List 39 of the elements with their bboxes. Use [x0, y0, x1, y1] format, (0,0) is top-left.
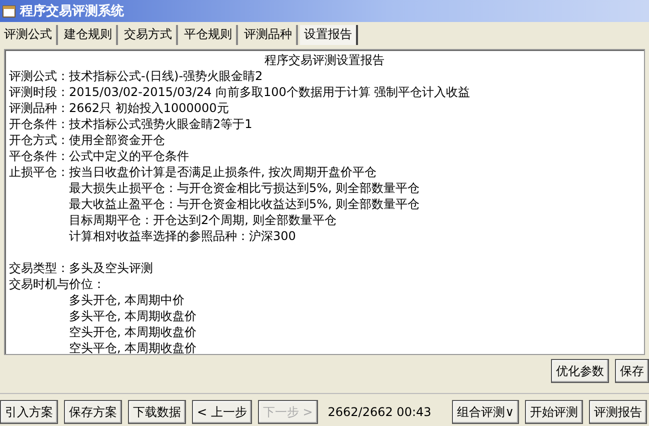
field-value: 2662只 初始投入1000000元 — [69, 101, 229, 116]
field-value: 多头及空头评测 — [69, 261, 153, 276]
field-value: 按当日收盘价计算是否满足止损条件, 按次周期开盘价平仓 — [69, 165, 377, 180]
action-button[interactable]: 组合评测∨ — [452, 400, 519, 424]
field-value: 2015/03/02-2015/03/24 向前多取100个数据用于计算 强制平仓计入收益 — [69, 85, 470, 100]
report-line: 空头平仓, 本周期收盘价 — [69, 341, 197, 354]
report-line: 多头平仓, 本周期收盘价 — [69, 309, 197, 324]
action-button[interactable]: 引入方案 — [0, 400, 58, 424]
report-line: 空头开仓, 本周期收盘价 — [69, 325, 197, 340]
report-line: 计算相对收益率选择的参照品种：沪深300 — [69, 229, 296, 244]
action-button[interactable]: 优化参数 — [551, 359, 609, 384]
report-line: 目标周期平仓：开仓达到2个周期, 则全部数量平仓 — [69, 213, 336, 228]
progress-text: 2662/2662 00:43 — [328, 405, 432, 420]
field-value: 公式中定义的平仓条件 — [69, 149, 189, 164]
report-line: 多头开仓, 本周期中价 — [69, 293, 185, 308]
field-value: 技术指标公式强势火眼金睛2等于1 — [69, 117, 252, 132]
window-title: 程序交易评测系统 — [20, 2, 124, 20]
report-title: 程序交易评测设置报告 — [264, 52, 386, 68]
field-value: 技术指标公式-(日线)-强势火眼金睛2 — [69, 69, 263, 84]
action-button[interactable]: 下载数据 — [128, 400, 186, 424]
field-label: 平仓条件： — [9, 149, 69, 164]
field-label: 评测品种： — [9, 101, 69, 116]
field-label: 交易类型： — [9, 261, 69, 276]
field-label: 交易时机与价位： — [9, 277, 105, 292]
field-label: 止损平仓： — [9, 165, 69, 180]
tab[interactable]: 设置报告 — [300, 24, 358, 45]
action-button[interactable]: 保存 — [615, 359, 649, 384]
field-label: 开仓条件： — [9, 117, 69, 132]
report-line: 最大损失止损平仓：与开仓资金相比亏损达到5%, 则全部数量平仓 — [69, 181, 420, 196]
action-button[interactable]: 保存方案 — [64, 400, 122, 424]
window-icon — [2, 4, 16, 18]
action-button[interactable]: 评测报告 — [589, 400, 647, 424]
field-label: 评测时段： — [9, 85, 69, 100]
action-button[interactable]: 开始评测 — [525, 400, 583, 424]
report-line: 最大收益止盈平仓：与开仓资金相比收益达到5%, 则全部数量平仓 — [69, 197, 420, 212]
field-value: 使用全部资金开仓 — [69, 133, 165, 148]
field-label: 开仓方式： — [9, 133, 69, 148]
action-button[interactable]: < 上一步 — [192, 400, 252, 424]
field-label: 评测公式： — [9, 69, 69, 84]
